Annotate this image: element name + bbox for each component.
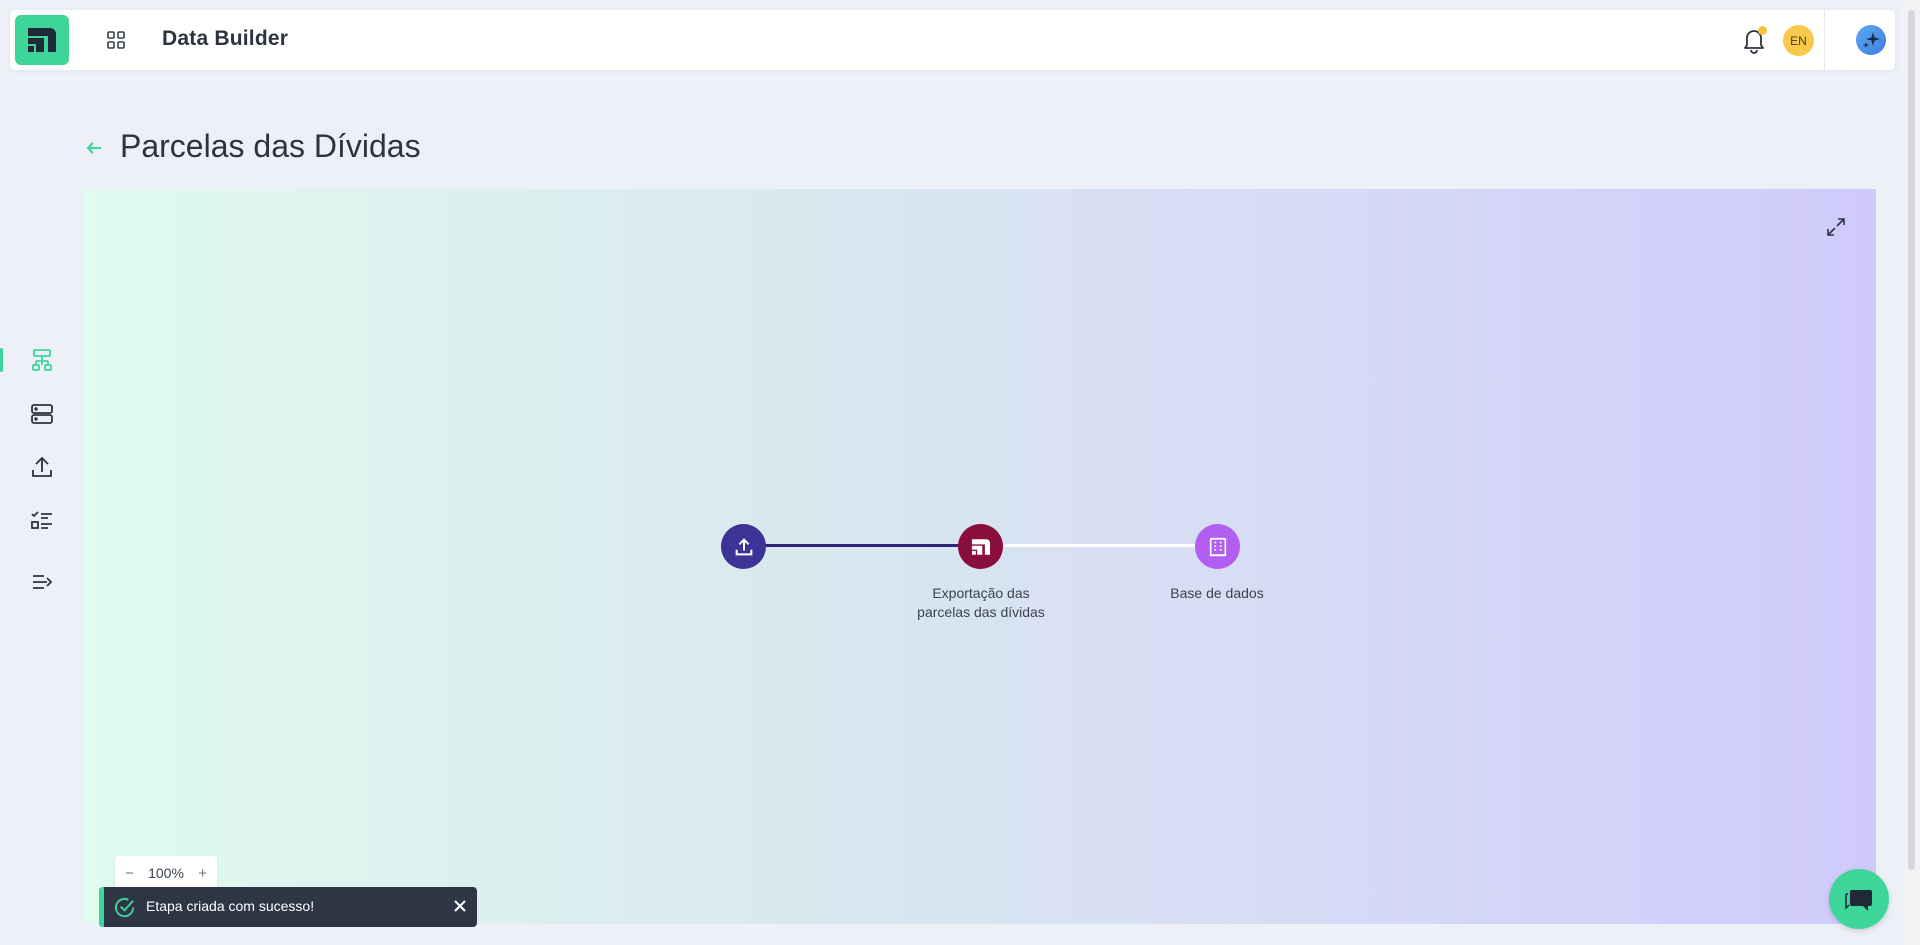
server-icon[interactable] — [28, 400, 56, 428]
node-label: Base de dados — [1170, 585, 1264, 601]
sidebar-active-indicator — [0, 348, 3, 372]
sparkle-icon[interactable] — [1856, 25, 1886, 55]
upload-node[interactable] — [721, 524, 766, 569]
toast-accent — [99, 887, 104, 927]
upload-icon[interactable] — [28, 453, 56, 481]
node-label: Exportação das parcelas das dívidas — [917, 585, 1045, 620]
divider — [1824, 10, 1825, 70]
success-toast: Etapa criada com sucesso! — [99, 887, 477, 927]
pipeline-edge — [744, 544, 981, 547]
database-node[interactable] — [1195, 524, 1240, 569]
notification-badge — [1758, 26, 1767, 35]
top-bar: Data Builder EN — [10, 10, 1895, 70]
zoom-out-button[interactable]: − — [125, 865, 134, 882]
close-icon[interactable] — [451, 897, 469, 915]
pipeline-edge — [981, 544, 1218, 547]
grid-icon[interactable] — [105, 29, 127, 51]
app-title: Data Builder — [162, 27, 289, 50]
logo-icon[interactable] — [15, 15, 69, 65]
check-circle-icon — [113, 896, 136, 919]
back-arrow-icon[interactable] — [84, 138, 106, 160]
page-title: Parcelas das Dívidas — [120, 128, 421, 164]
zoom-control: − 100% + — [115, 856, 217, 890]
toast-message: Etapa criada com sucesso! — [146, 898, 315, 914]
export-node[interactable] — [958, 524, 1003, 569]
flow-icon[interactable] — [28, 346, 56, 374]
pipeline-canvas[interactable]: Exportação das parcelas das dívidas Base… — [84, 189, 1876, 924]
checklist-icon[interactable] — [28, 507, 56, 535]
language-badge[interactable]: EN — [1783, 25, 1814, 56]
zoom-in-button[interactable]: + — [198, 865, 207, 882]
expand-icon[interactable] — [1826, 217, 1850, 241]
zoom-level: 100% — [148, 865, 184, 881]
chat-icon[interactable] — [1829, 869, 1889, 929]
scrollbar-thumb[interactable] — [1908, 10, 1915, 870]
collapse-arrow-icon[interactable] — [28, 568, 56, 596]
